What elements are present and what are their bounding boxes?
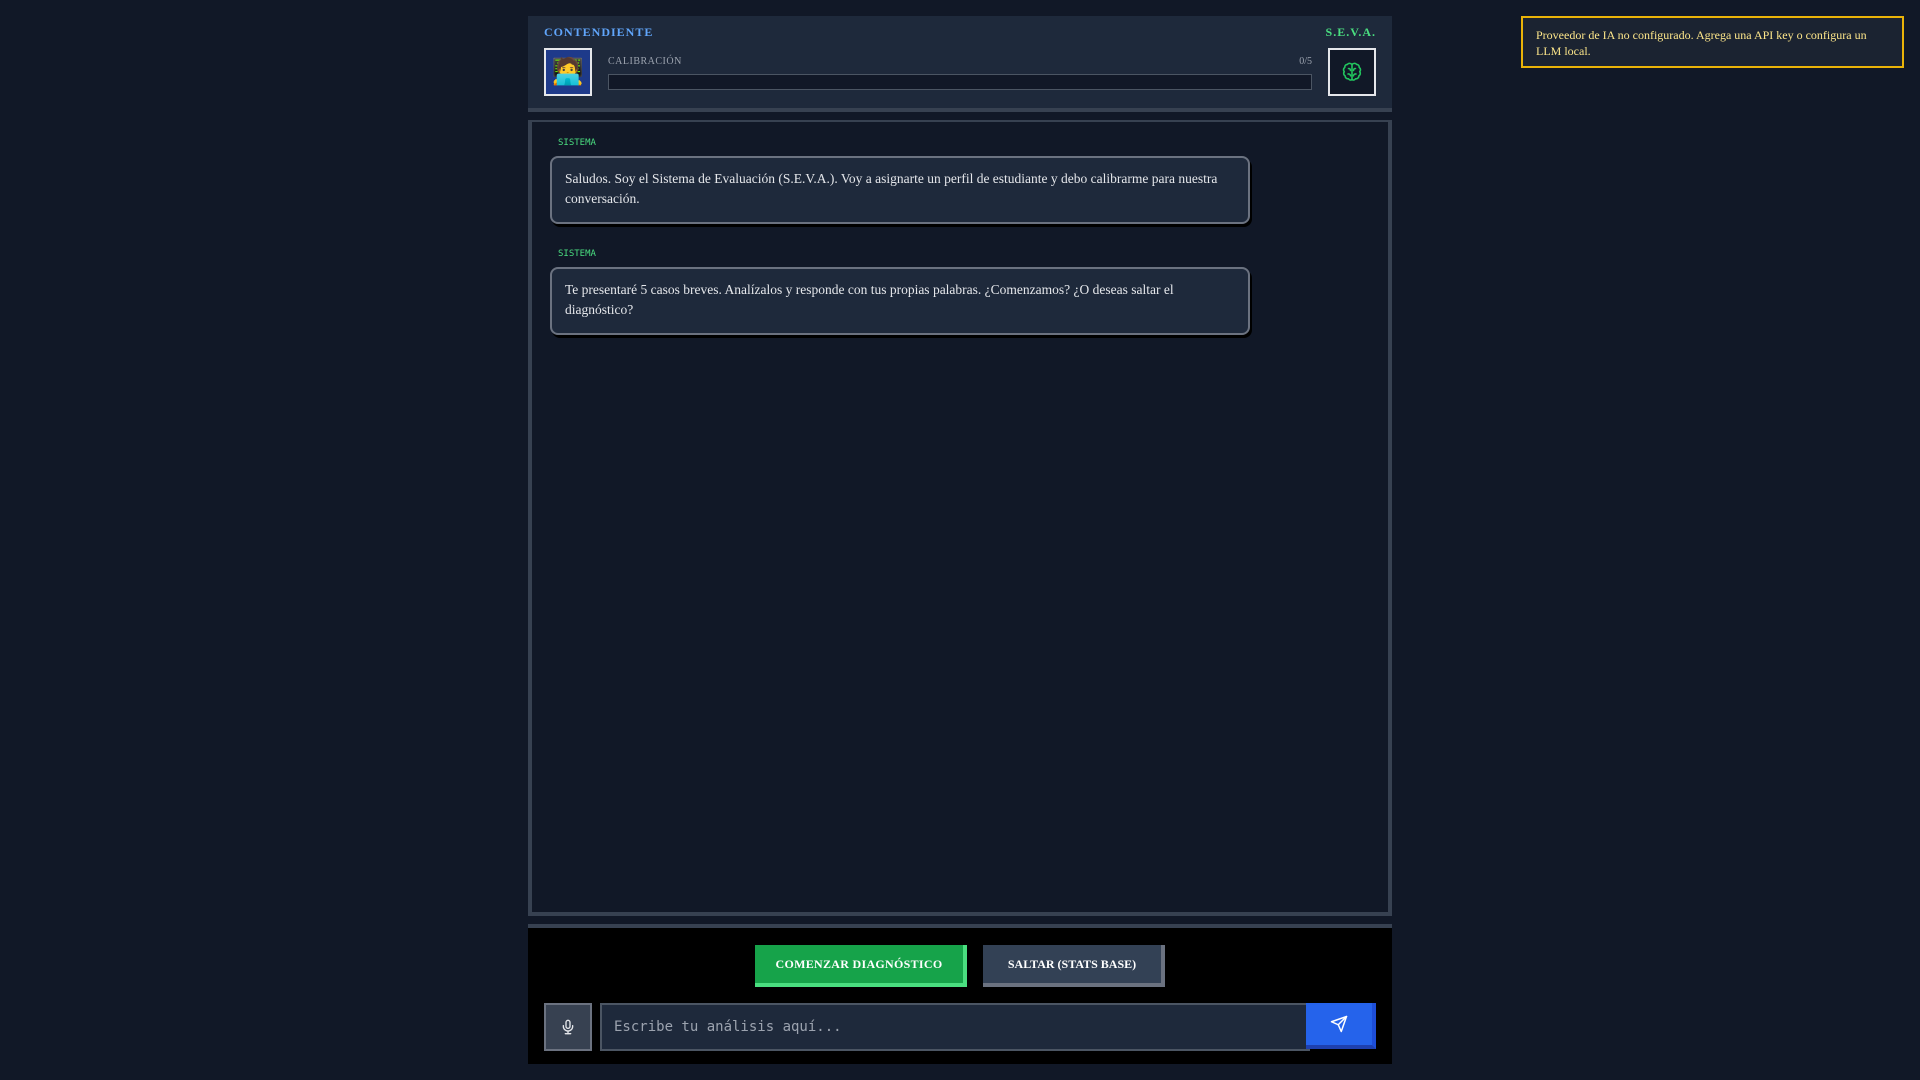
chat-message: SISTEMA Saludos. Soy el Sistema de Evalu…: [550, 136, 1250, 224]
message-bubble: Saludos. Soy el Sistema de Evaluación (S…: [550, 156, 1250, 224]
message-bubble: Te presentaré 5 casos breves. Analízalos…: [550, 267, 1250, 335]
system-label: S.E.V.A.: [1325, 25, 1376, 39]
chat-message: SISTEMA Te presentaré 5 casos breves. An…: [550, 247, 1250, 335]
calibration-count: 0/5: [1299, 56, 1312, 67]
avatar: 🧑‍💻: [544, 48, 592, 96]
brain-icon: [1342, 62, 1362, 81]
calibration-label: CALIBRACIÓN: [608, 56, 682, 67]
send-icon: [1330, 1015, 1348, 1033]
app-container: CONTENDIENTE S.E.V.A. 🧑‍💻 CALIBRACIÓN 0/…: [528, 16, 1392, 1064]
send-button[interactable]: [1306, 1003, 1376, 1049]
microphone-icon: [562, 1019, 574, 1035]
input-footer: COMENZAR DIAGNÓSTICO SALTAR (STATS BASE): [528, 924, 1392, 1064]
system-avatar: [1328, 48, 1376, 96]
calibration-progress-bar: [608, 74, 1312, 90]
header: CONTENDIENTE S.E.V.A. 🧑‍💻 CALIBRACIÓN 0/…: [528, 16, 1392, 112]
skip-diagnostic-button[interactable]: SALTAR (STATS BASE): [983, 945, 1165, 987]
toast-notification: Proveedor de IA no configurado. Agrega u…: [1521, 16, 1904, 68]
player-label: CONTENDIENTE: [544, 25, 654, 39]
start-diagnostic-button[interactable]: COMENZAR DIAGNÓSTICO: [755, 945, 967, 987]
toast-message: Proveedor de IA no configurado. Agrega u…: [1536, 28, 1867, 58]
message-sender: SISTEMA: [558, 138, 596, 148]
microphone-button[interactable]: [544, 1003, 592, 1051]
message-sender: SISTEMA: [558, 249, 596, 259]
avatar-emoji: 🧑‍💻: [551, 57, 585, 86]
chat-log[interactable]: SISTEMA Saludos. Soy el Sistema de Evalu…: [528, 120, 1392, 916]
analysis-input[interactable]: [600, 1003, 1310, 1051]
